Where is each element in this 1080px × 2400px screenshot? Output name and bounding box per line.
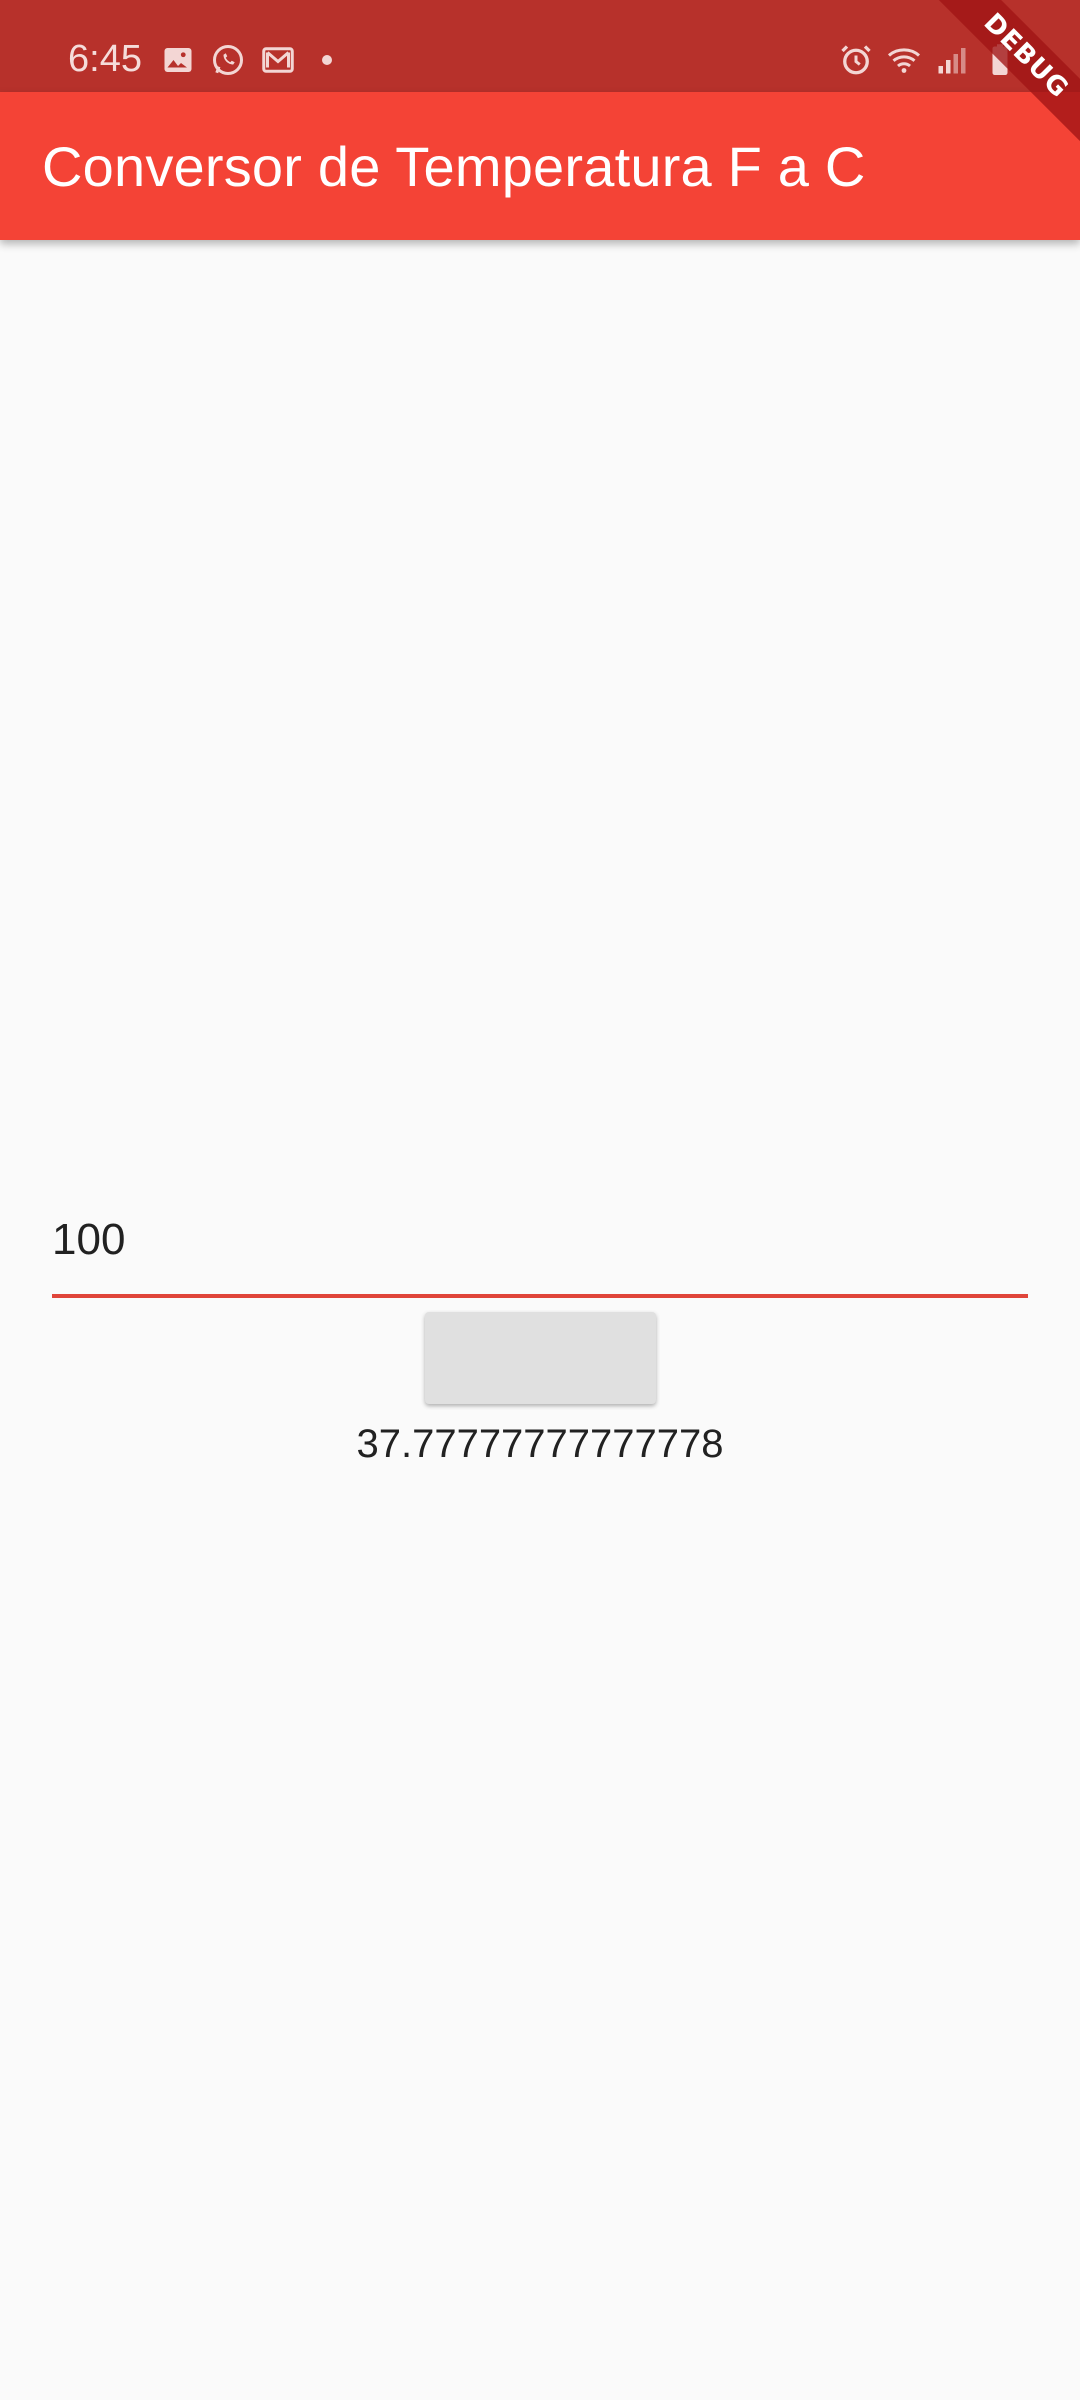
app-bar: Conversor de Temperatura F a C: [0, 92, 1080, 240]
temperature-input[interactable]: [52, 1190, 1028, 1290]
app-title: Conversor de Temperatura F a C: [42, 135, 866, 198]
temperature-field[interactable]: [52, 1190, 1028, 1298]
convert-button[interactable]: [425, 1312, 656, 1404]
system-icons: [838, 42, 1018, 78]
input-underline-focused: [52, 1294, 1028, 1298]
image-icon: [160, 42, 196, 78]
notification-icons: [160, 42, 332, 78]
whatsapp-icon: [210, 42, 246, 78]
battery-icon: [982, 42, 1018, 78]
status-bar: 6:45: [0, 0, 1080, 92]
alarm-icon: [838, 42, 874, 78]
gmail-icon: [260, 42, 296, 78]
signal-icon: [934, 42, 970, 78]
app-screen: 6:45 DEBUG Conversor de Temperatura F a …: [0, 0, 1080, 2400]
wifi-icon: [886, 42, 922, 78]
result-text: 37.77777777777778: [356, 1422, 724, 1466]
status-time: 6:45: [68, 38, 142, 80]
notification-dot: [322, 55, 332, 65]
